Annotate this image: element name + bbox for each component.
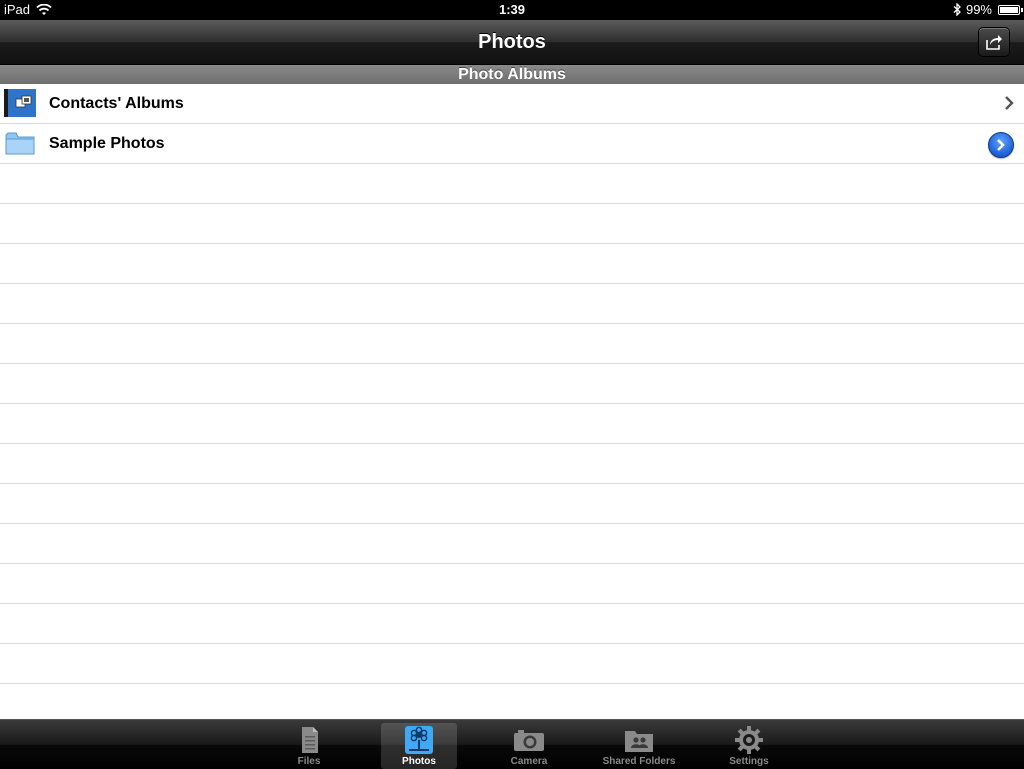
contacts-album-icon xyxy=(4,89,36,117)
tab-bar: Files Photos Camera Shared Folders Setti… xyxy=(0,719,1024,769)
tab-shared-folders[interactable]: Shared Folders xyxy=(601,723,677,769)
folder-icon xyxy=(5,132,35,155)
empty-row xyxy=(0,364,1024,404)
page-title: Photos xyxy=(478,31,546,53)
tab-bar-items: Files Photos Camera Shared Folders Setti… xyxy=(254,720,804,769)
shared-folder-icon xyxy=(625,731,653,752)
tab-label: Files xyxy=(297,756,321,767)
chevron-right-icon xyxy=(1005,96,1014,110)
detail-disclosure-button[interactable] xyxy=(988,132,1014,158)
share-button[interactable] xyxy=(978,27,1010,57)
empty-row xyxy=(0,244,1024,284)
photos-icon xyxy=(405,726,433,754)
gear-icon xyxy=(735,726,763,754)
empty-row xyxy=(0,324,1024,364)
camera-icon xyxy=(514,730,544,751)
empty-row xyxy=(0,164,1024,204)
list-item-contacts-albums[interactable]: Contacts' Albums xyxy=(0,84,1024,124)
bluetooth-icon xyxy=(953,3,961,16)
tab-label: Settings xyxy=(729,756,769,767)
empty-row xyxy=(0,404,1024,444)
status-time: 1:39 xyxy=(498,2,526,17)
empty-row xyxy=(0,284,1024,324)
tab-camera[interactable]: Camera xyxy=(491,723,567,769)
document-icon xyxy=(302,727,318,753)
album-list: Contacts' Albums Sample Photos xyxy=(0,84,1024,720)
empty-row xyxy=(0,644,1024,684)
empty-row xyxy=(0,564,1024,604)
status-right: 99% xyxy=(953,2,1023,17)
tab-settings[interactable]: Settings xyxy=(711,723,787,769)
empty-row xyxy=(0,444,1024,484)
battery-fill xyxy=(1000,6,1018,13)
tab-files[interactable]: Files xyxy=(271,723,347,769)
detail-disclosure-icon xyxy=(997,139,1005,151)
tab-label: Photos xyxy=(402,756,436,767)
tab-photos[interactable]: Photos xyxy=(381,723,457,769)
empty-row xyxy=(0,684,1024,720)
empty-row xyxy=(0,204,1024,244)
row-label: Contacts' Albums xyxy=(49,95,184,112)
empty-row xyxy=(0,604,1024,644)
status-bar: iPad 1:39 99% xyxy=(0,0,1024,20)
share-icon xyxy=(986,35,1002,50)
empty-row xyxy=(0,524,1024,564)
row-label: Sample Photos xyxy=(49,135,165,152)
battery-icon xyxy=(998,4,1023,15)
list-item-sample-photos[interactable]: Sample Photos xyxy=(0,124,1024,164)
tab-label: Camera xyxy=(510,756,548,767)
empty-row xyxy=(0,484,1024,524)
section-header: Photo Albums xyxy=(0,65,1024,85)
navigation-bar: Photos xyxy=(0,20,1024,65)
battery-percent: 99% xyxy=(965,2,992,17)
tab-label: Shared Folders xyxy=(602,756,676,767)
